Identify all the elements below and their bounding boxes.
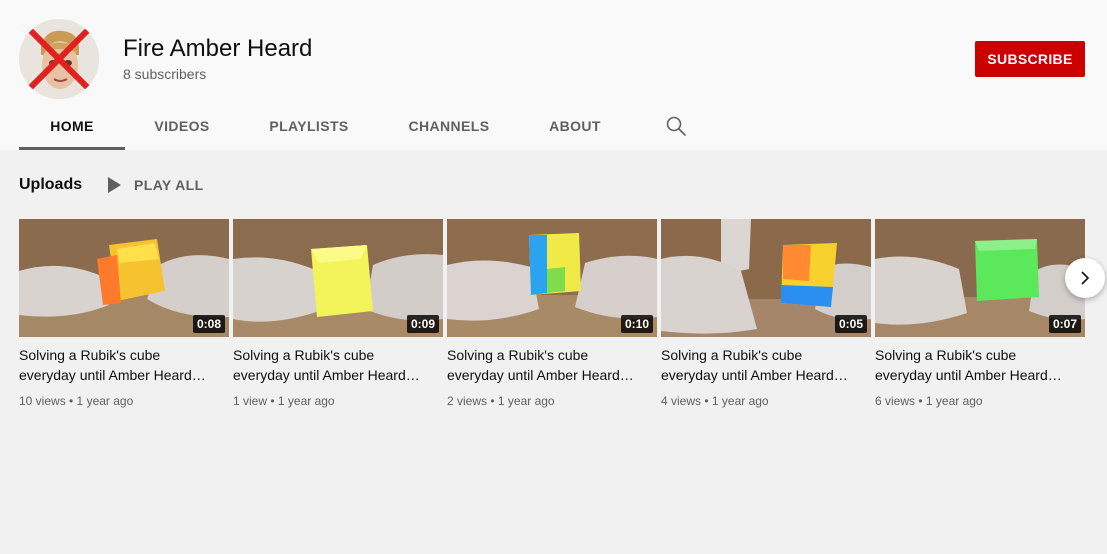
video-title[interactable]: Solving a Rubik's cube everyday until Am…: [19, 345, 209, 385]
play-all-button[interactable]: PLAY ALL: [106, 174, 204, 196]
channel-search-icon[interactable]: [664, 114, 688, 138]
video-card[interactable]: 0:10 Solving a Rubik's cube everyday unt…: [447, 219, 657, 409]
video-card[interactable]: 0:07 Solving a Rubik's cube everyday unt…: [875, 219, 1085, 409]
tab-playlists[interactable]: PLAYLISTS: [239, 104, 379, 150]
subscribe-button[interactable]: SUBSCRIBE: [975, 41, 1085, 77]
video-card[interactable]: 0:05 Solving a Rubik's cube everyday unt…: [661, 219, 871, 409]
video-meta: 4 views • 1 year ago: [661, 394, 769, 408]
uploads-section-title[interactable]: Uploads: [19, 175, 82, 195]
channel-avatar[interactable]: [19, 19, 99, 99]
video-duration: 0:09: [406, 315, 439, 333]
tab-about[interactable]: ABOUT: [519, 104, 631, 150]
video-thumbnail[interactable]: 0:08: [19, 219, 229, 337]
video-thumbnail[interactable]: 0:05: [661, 219, 871, 337]
video-duration: 0:05: [834, 315, 867, 333]
tab-channels[interactable]: CHANNELS: [379, 104, 519, 150]
channel-name: Fire Amber Heard: [123, 35, 313, 62]
video-title[interactable]: Solving a Rubik's cube everyday until Am…: [875, 345, 1065, 385]
subscriber-count: 8 subscribers: [123, 66, 207, 82]
crossed-out-face-avatar: [19, 19, 99, 99]
video-thumbnail[interactable]: 0:07: [875, 219, 1085, 337]
video-duration: 0:08: [192, 315, 225, 333]
video-card[interactable]: 0:08 Solving a Rubik's cube everyday unt…: [19, 219, 229, 409]
video-title[interactable]: Solving a Rubik's cube everyday until Am…: [233, 345, 423, 385]
play-icon: [108, 177, 121, 193]
play-all-label: PLAY ALL: [134, 177, 204, 193]
shelf-next-button[interactable]: [1065, 258, 1105, 298]
video-meta: 2 views • 1 year ago: [447, 394, 555, 408]
tab-home[interactable]: HOME: [19, 104, 125, 150]
video-thumbnail[interactable]: 0:10: [447, 219, 657, 337]
video-meta: 6 views • 1 year ago: [875, 394, 983, 408]
video-meta: 1 view • 1 year ago: [233, 394, 335, 408]
video-title[interactable]: Solving a Rubik's cube everyday until Am…: [447, 345, 637, 385]
tab-videos[interactable]: VIDEOS: [125, 104, 239, 150]
video-thumbnail[interactable]: 0:09: [233, 219, 443, 337]
video-duration: 0:07: [1048, 315, 1081, 333]
channel-header: Fire Amber Heard 8 subscribers SUBSCRIBE…: [0, 0, 1107, 150]
video-duration: 0:10: [620, 315, 653, 333]
video-card[interactable]: 0:09 Solving a Rubik's cube everyday unt…: [233, 219, 443, 409]
video-meta: 10 views • 1 year ago: [19, 394, 134, 408]
chevron-right-icon: [1081, 271, 1090, 285]
video-title[interactable]: Solving a Rubik's cube everyday until Am…: [661, 345, 851, 385]
